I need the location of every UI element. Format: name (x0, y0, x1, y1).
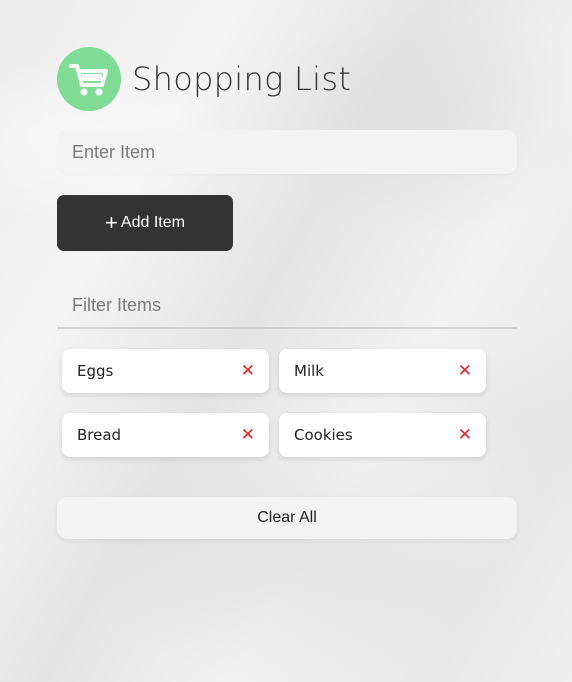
list-item: Bread ✕ (62, 413, 269, 457)
remove-icon[interactable]: ✕ (458, 362, 472, 380)
item-label: Bread (77, 426, 122, 444)
remove-icon[interactable]: ✕ (458, 426, 472, 444)
shopping-list-app: Shopping List + Add Item Eggs ✕ Milk ✕ B… (57, 46, 517, 539)
list-item: Milk ✕ (279, 349, 486, 393)
item-list: Eggs ✕ Milk ✕ Bread ✕ Cookies ✕ (62, 349, 517, 457)
item-label: Milk (294, 362, 324, 380)
item-input[interactable] (57, 130, 517, 174)
shopping-cart-icon (69, 64, 108, 96)
page-title: Shopping List (132, 60, 352, 98)
item-label: Cookies (294, 426, 353, 444)
header: Shopping List (57, 46, 517, 112)
list-item: Cookies ✕ (279, 413, 486, 457)
clear-all-button[interactable]: Clear All (57, 497, 517, 539)
list-item: Eggs ✕ (62, 349, 269, 393)
logo (57, 47, 121, 111)
add-item-button[interactable]: + Add Item (57, 195, 233, 251)
filter-input[interactable] (57, 283, 517, 329)
remove-icon[interactable]: ✕ (241, 362, 255, 380)
add-item-label: Add Item (120, 214, 185, 231)
item-label: Eggs (77, 362, 114, 380)
plus-icon: + (105, 210, 118, 235)
remove-icon[interactable]: ✕ (241, 426, 255, 444)
